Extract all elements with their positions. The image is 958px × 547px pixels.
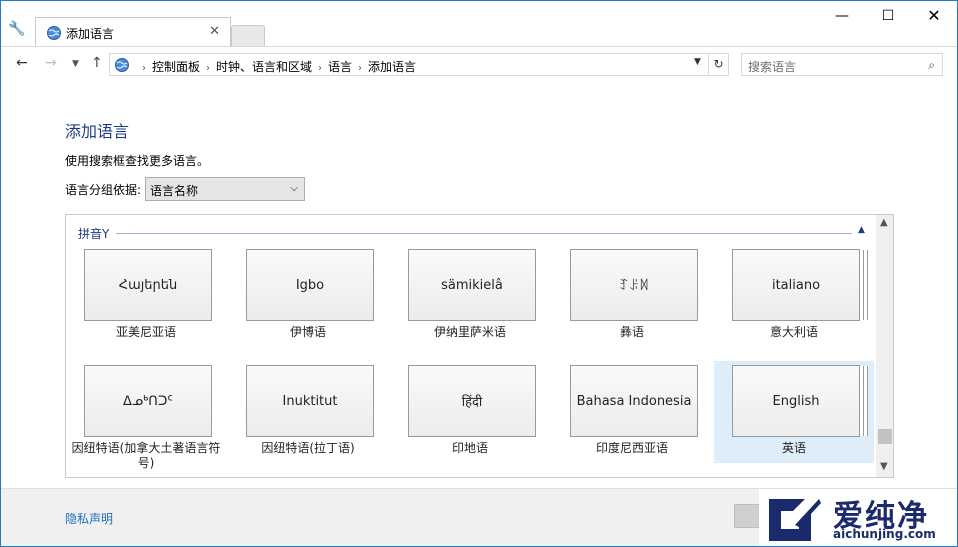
- scroll-down-icon[interactable]: ▼: [880, 461, 888, 472]
- language-tile-label: 伊纳里萨米语: [433, 325, 506, 339]
- maximize-button[interactable]: ☐: [865, 1, 911, 31]
- search-box[interactable]: 搜索语言 ⌕: [741, 53, 943, 76]
- breadcrumb-separator-icon[interactable]: ›: [142, 63, 146, 74]
- language-tile-label: 亚美尼亚语: [115, 325, 176, 339]
- breadcrumb-separator-icon[interactable]: ›: [318, 63, 322, 74]
- language-tile[interactable]: English 英语: [714, 361, 874, 463]
- language-tile-native-name: Հայերեն: [84, 249, 212, 321]
- language-tile-label: 印度尼西亚语: [595, 441, 668, 455]
- title-bar: 🔧 添加语言 ✕ — ☐ ✕: [1, 1, 957, 46]
- breadcrumb-control-panel[interactable]: 控制面板: [152, 60, 200, 74]
- language-tile-label: 意大利语: [769, 325, 818, 339]
- forward-arrow-icon[interactable]: →: [45, 55, 57, 71]
- control-panel-icon: [115, 58, 129, 72]
- language-tile-native-name: italiano: [732, 249, 860, 321]
- control-panel-window: 🔧 添加语言 ✕ — ☐ ✕ ← → ▼ ↑ › 控制面板 › 时钟、语言和区域 › 语言…: [0, 0, 958, 547]
- back-arrow-icon[interactable]: ←: [16, 55, 28, 71]
- minimize-button[interactable]: —: [819, 1, 865, 31]
- recent-locations-chevron-icon[interactable]: ▼: [72, 59, 79, 69]
- language-tile[interactable]: ꆈꌠꉙ 彝语: [552, 245, 712, 347]
- language-tile-label: 伊博语: [289, 325, 326, 339]
- close-button[interactable]: ✕: [911, 1, 957, 31]
- navigation-bar: ← → ▼ ↑ › 控制面板 › 时钟、语言和区域 › 语言 › 添加语言 ▼ ↻ 搜索语言 …: [1, 46, 957, 81]
- language-tile-native-name: हिंदी: [408, 365, 536, 437]
- breadcrumb-clock-language-region[interactable]: 时钟、语言和区域: [216, 60, 312, 74]
- language-tile-label: 因纽特语(加拿大土著语言符号): [71, 441, 221, 470]
- language-tile[interactable]: Հայերեն 亚美尼亚语: [66, 245, 226, 347]
- up-arrow-icon[interactable]: ↑: [91, 55, 103, 71]
- refresh-button[interactable]: ↻: [709, 53, 729, 76]
- language-tile-native-name: ᐃᓄᒃᑎᑐᑦ: [84, 365, 212, 437]
- language-tile[interactable]: Bahasa Indonesia 印度尼西亚语: [552, 361, 712, 463]
- breadcrumb-separator-icon[interactable]: ›: [358, 63, 362, 74]
- watermark: 爱纯净 aichunjing.com: [759, 489, 957, 546]
- language-tile-label: 英语: [781, 441, 806, 455]
- language-tile[interactable]: Inuktitut 因纽特语(拉丁语): [228, 361, 388, 463]
- breadcrumb-language[interactable]: 语言: [328, 60, 352, 74]
- group-divider: [116, 233, 852, 234]
- refresh-icon: ↻: [713, 57, 724, 71]
- language-tile-native-name: ꆈꌠꉙ: [570, 249, 698, 321]
- address-bar[interactable]: › 控制面板 › 时钟、语言和区域 › 语言 › 添加语言 ▼: [109, 53, 709, 76]
- language-tile[interactable]: Igbo 伊博语: [228, 245, 388, 347]
- privacy-link[interactable]: 隐私声明: [65, 510, 113, 527]
- chevron-up-icon[interactable]: ▲: [858, 225, 865, 235]
- globe-icon: [47, 26, 61, 40]
- scroll-up-icon[interactable]: ▲: [880, 217, 888, 228]
- group-by-select[interactable]: 语言名称 ⌵: [145, 177, 305, 201]
- new-tab-button[interactable]: [231, 25, 265, 46]
- language-tile-label: 因纽特语(拉丁语): [261, 441, 355, 455]
- language-tile-native-name: sämikielâ: [408, 249, 536, 321]
- brand-logo-icon: [769, 499, 821, 541]
- page-title: 添加语言: [65, 122, 130, 141]
- language-tile-native-name: Bahasa Indonesia: [570, 365, 698, 437]
- tab-close-icon[interactable]: ✕: [209, 24, 220, 39]
- search-icon[interactable]: ⌕: [928, 58, 935, 73]
- breadcrumb: › 控制面板 › 时钟、语言和区域 › 语言 › 添加语言: [136, 58, 416, 75]
- add-button[interactable]: [734, 504, 760, 528]
- language-tile-label: 彝语: [619, 325, 644, 339]
- address-dropdown-chevron-icon[interactable]: ▼: [694, 57, 701, 67]
- scroll-thumb[interactable]: [878, 429, 892, 444]
- language-tile[interactable]: ᐃᓄᒃᑎᑐᑦ 因纽特语(加拿大土著语言符号): [66, 361, 226, 470]
- group-header[interactable]: 拼音Y: [78, 225, 109, 242]
- vertical-scrollbar[interactable]: ▲ ▼: [876, 215, 893, 477]
- watermark-url: aichunjing.com: [833, 527, 936, 541]
- main-content: 添加语言 使用搜索框查找更多语言。 语言分组依据: 语言名称 ⌵ 拼音Y ▲ Հ…: [1, 81, 957, 488]
- language-tile[interactable]: italiano 意大利语: [714, 245, 874, 347]
- language-tile-native-name: Igbo: [246, 249, 374, 321]
- language-tile-native-name: Inuktitut: [246, 365, 374, 437]
- language-tile-label: 印地语: [451, 441, 488, 455]
- tab-title: 添加语言: [66, 27, 115, 41]
- page-description: 使用搜索框查找更多语言。: [65, 154, 210, 168]
- chevron-down-icon: ⌵: [290, 183, 298, 194]
- language-tile[interactable]: sämikielâ 伊纳里萨米语: [390, 245, 550, 347]
- group-by-label: 语言分组依据:: [65, 183, 142, 197]
- group-by-value: 语言名称: [150, 184, 199, 198]
- language-tile[interactable]: हिंदी 印地语: [390, 361, 550, 463]
- breadcrumb-add-language[interactable]: 添加语言: [368, 60, 416, 74]
- language-list: 拼音Y ▲ Հայերեն 亚美尼亚语 Igbo 伊博语 sämikielâ 伊纳里萨米语…: [65, 214, 894, 478]
- wrench-icon[interactable]: 🔧: [7, 19, 27, 39]
- search-input[interactable]: 搜索语言: [748, 58, 796, 75]
- tab-add-language[interactable]: 添加语言 ✕: [35, 17, 231, 46]
- language-tile-native-name: English: [732, 365, 860, 437]
- breadcrumb-separator-icon[interactable]: ›: [206, 63, 210, 74]
